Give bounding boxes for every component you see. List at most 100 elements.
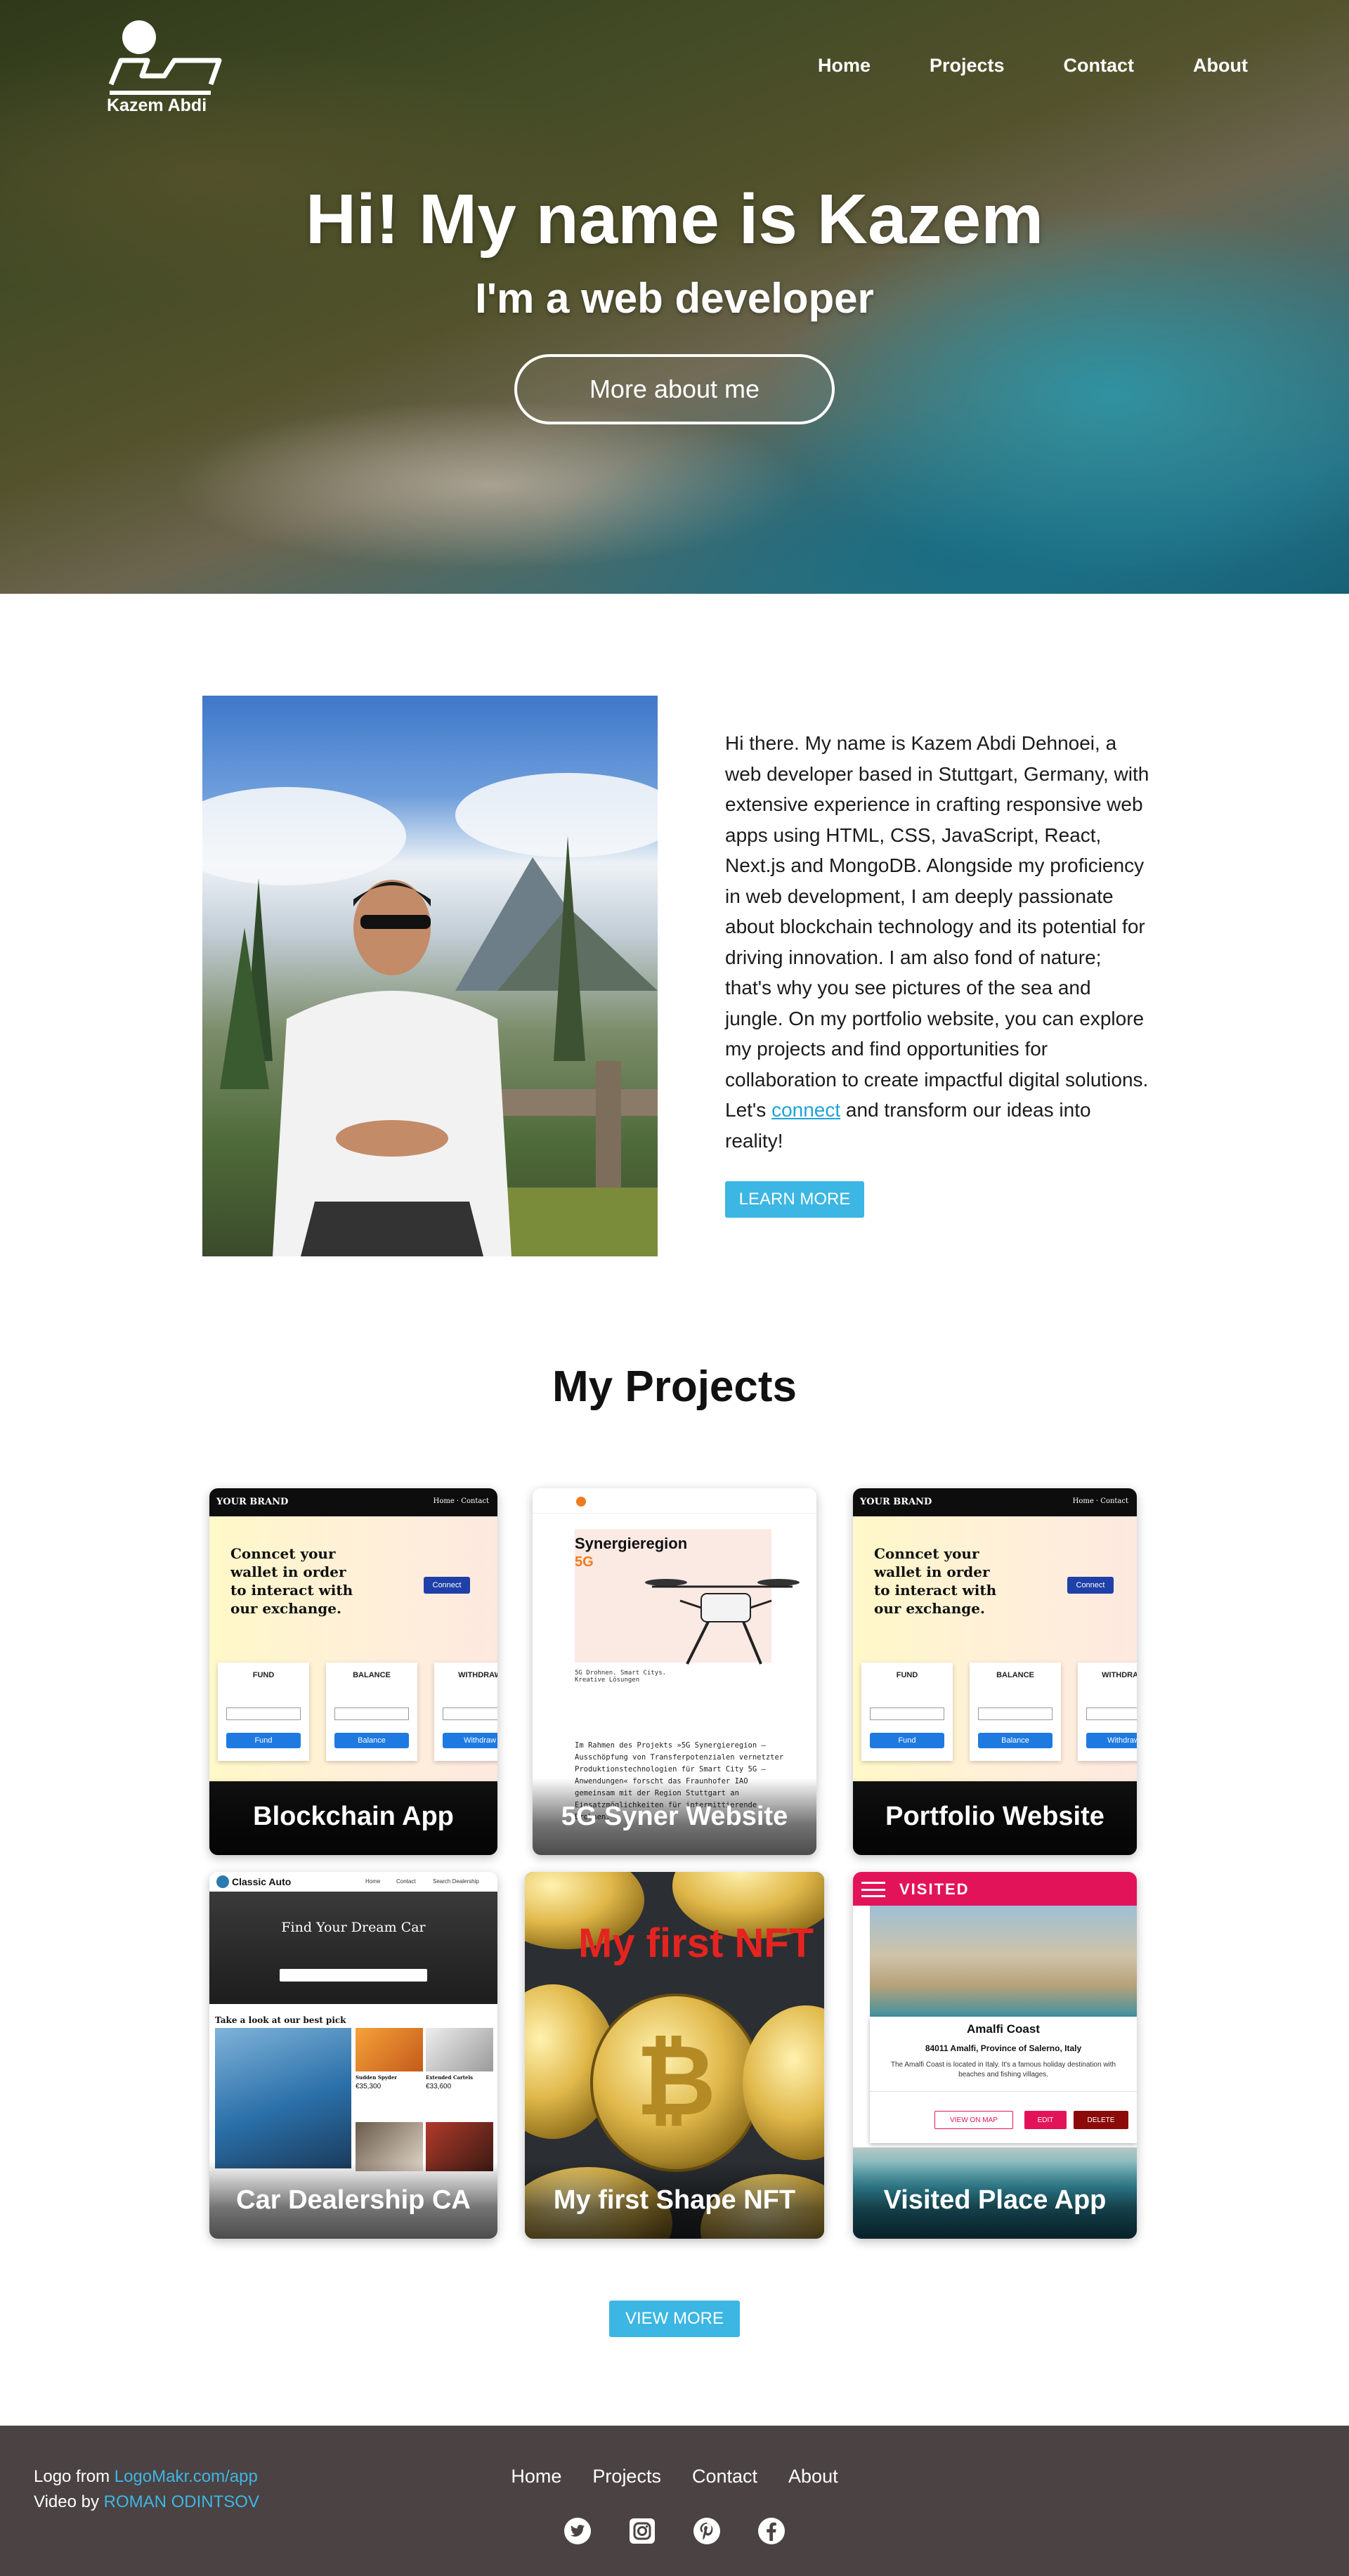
footer-nav-about[interactable]: About [788, 2466, 838, 2487]
thumb-divider [870, 2091, 1137, 2092]
drone-icon [645, 1579, 800, 1665]
video-author-link[interactable]: ROMAN ODINTSOV [104, 2492, 259, 2511]
thumb-connect-button: Connect [424, 1577, 470, 1594]
nav-projects[interactable]: Projects [930, 55, 1005, 77]
thumb-card-title: FUND [252, 1671, 275, 1679]
video-credit-label: Video by [34, 2492, 104, 2511]
thumb-place-title: Amalfi Coast [967, 2022, 1040, 2036]
thumb-place-desc: The Amalfi Coast is located in Italy. It… [890, 2061, 1116, 2079]
thumb-view-map-button: VIEW ON MAP [934, 2111, 1013, 2129]
thumb-card-title: FUND [896, 1671, 918, 1679]
thumb-nav-home: Home [365, 1878, 381, 1885]
thumb-logo-icon [216, 1875, 229, 1888]
thumb-withdraw-card: WITHDRAW Withdraw [434, 1663, 497, 1761]
about-text: Hi there. My name is Kazem Abdi Dehnoei,… [725, 728, 1150, 1156]
hero-subtitle: I'm a web developer [475, 275, 874, 322]
connect-link[interactable]: connect [771, 1099, 840, 1121]
footer-nav: Home Projects Contact About [0, 2466, 1349, 2487]
footer: Logo from LogoMakr.com/app Video by ROMA… [0, 2426, 1349, 2576]
thumb-listing-name: Sudden Spyder [356, 2074, 397, 2081]
nav-contact[interactable]: Contact [1064, 55, 1135, 77]
twitter-icon[interactable] [563, 2517, 592, 2545]
thumb-car-photo [215, 2028, 351, 2168]
thumb-delete-button: DELETE [1074, 2111, 1128, 2129]
thumb-caption: 5G Drohnen. Smart Citys. Kreative Lösung… [575, 1670, 667, 1684]
footer-nav-projects[interactable]: Projects [592, 2466, 661, 2487]
pinterest-icon[interactable] [693, 2517, 721, 2545]
nav-about[interactable]: About [1193, 55, 1248, 77]
project-label: Portfolio Website [853, 1778, 1137, 1855]
project-card-car-dealership[interactable]: Classic Auto Home Contact Search Dealers… [209, 1872, 497, 2239]
project-card-5g-syner[interactable]: Synergieregion 5G 5G Drohnen. Smart City… [533, 1488, 816, 1855]
facebook-icon[interactable] [757, 2517, 786, 2545]
project-card-nft[interactable]: ₿ My first NFT My first Shape NFT [525, 1872, 824, 2239]
footer-nav-contact[interactable]: Contact [692, 2466, 757, 2487]
thumb-card-button: Withdraw [443, 1733, 497, 1748]
thumb-logo-icon [576, 1497, 586, 1507]
thumb-nav-search: Search Dealership [433, 1878, 479, 1885]
about-text-body: Hi there. My name is Kazem Abdi Dehnoei,… [725, 732, 1149, 1121]
project-label: Blockchain App [209, 1778, 497, 1855]
more-about-me-button[interactable]: More about me [514, 354, 835, 424]
instagram-icon[interactable] [628, 2517, 656, 2545]
thumb-card-field [1086, 1707, 1137, 1720]
thumb-card-button: Withdraw [1086, 1733, 1137, 1748]
projects-title: My Projects [552, 1362, 797, 1411]
thumb-brand: YOUR BRAND [860, 1497, 932, 1507]
main-nav: Home Projects Contact About [818, 55, 1248, 77]
thumb-card-field [226, 1707, 301, 1720]
site-logo[interactable]: Kazem Abdi [105, 20, 225, 118]
thumb-edit-button: EDIT [1024, 2111, 1067, 2129]
thumb-navbar [533, 1488, 816, 1514]
hero-title: Hi! My name is Kazem [305, 180, 1044, 259]
thumb-nav: Home · Contact [433, 1497, 489, 1505]
hamburger-icon [861, 1882, 885, 1897]
thumb-card-title: BALANCE [996, 1671, 1034, 1679]
thumb-card-button: Balance [978, 1733, 1053, 1748]
thumb-title-accent: 5G [575, 1554, 594, 1570]
social-links [0, 2517, 1349, 2545]
thumb-card-field [334, 1707, 409, 1720]
project-label: Visited Place App [853, 2161, 1137, 2239]
thumb-nav-contact: Contact [396, 1878, 416, 1885]
nav-home[interactable]: Home [818, 55, 871, 77]
footer-nav-home[interactable]: Home [511, 2466, 561, 2487]
thumb-connect-button: Connect [1067, 1577, 1114, 1594]
thumb-hero-title: Find Your Dream Car [281, 1920, 426, 1935]
thumb-listing-name: Extended Cartels [426, 2074, 474, 2081]
thumb-card-button: Balance [334, 1733, 409, 1748]
thumb-listing-price: €35,300 [356, 2083, 382, 2090]
thumb-headline: Conncet your wallet in order to interact… [230, 1545, 353, 1617]
logo-mark-icon [108, 20, 222, 95]
thumb-title: Synergieregion [575, 1535, 688, 1552]
profile-photo [202, 696, 658, 1256]
hero-section: Kazem Abdi Home Projects Contact About H… [0, 0, 1349, 594]
thumb-balance-card: BALANCE Balance [326, 1663, 417, 1761]
thumb-place-address: 84011 Amalfi, Province of Salerno, Italy [925, 2043, 1082, 2053]
thumb-navbar: YOUR BRAND Home · Contact [209, 1488, 497, 1516]
thumb-fund-card: FUND Fund [861, 1663, 953, 1761]
thumb-card-title: WITHDRAW [458, 1671, 497, 1679]
view-more-button[interactable]: VIEW MORE [609, 2301, 740, 2337]
svg-text:₿: ₿ [636, 2024, 716, 2138]
thumb-brand: Classic Auto [232, 1876, 292, 1887]
thumb-headline: Conncet your wallet in order to interact… [874, 1545, 997, 1617]
learn-more-button[interactable]: LEARN MORE [725, 1181, 864, 1218]
thumb-navbar: YOUR BRAND Home · Contact [853, 1488, 1137, 1516]
thumb-fund-card: FUND Fund [218, 1663, 309, 1761]
project-label: My first Shape NFT [525, 2161, 824, 2239]
project-card-blockchain[interactable]: YOUR BRAND Home · Contact Conncet your wa… [209, 1488, 497, 1855]
thumb-car-photo [356, 2028, 423, 2071]
thumb-card-field [443, 1707, 497, 1720]
thumb-card-button: Fund [226, 1733, 301, 1748]
project-card-portfolio[interactable]: YOUR BRAND Home · Contact Conncet your wa… [853, 1488, 1137, 1855]
thumb-brand: VISITED [899, 1880, 970, 1898]
thumb-card-title: WITHDRAW [1102, 1671, 1137, 1679]
thumb-section-title: Take a look at our best pick [215, 2015, 346, 2025]
thumb-hero-block [209, 1892, 497, 2004]
project-label: 5G Syner Website [533, 1778, 816, 1855]
thumb-nft-text: My first NFT [578, 1920, 814, 1966]
thumb-card-title: BALANCE [353, 1671, 391, 1679]
thumb-car-photo [426, 2028, 493, 2071]
project-card-visited[interactable]: VISITED Amalfi Coast 84011 Amalfi, Provi… [853, 1872, 1137, 2239]
